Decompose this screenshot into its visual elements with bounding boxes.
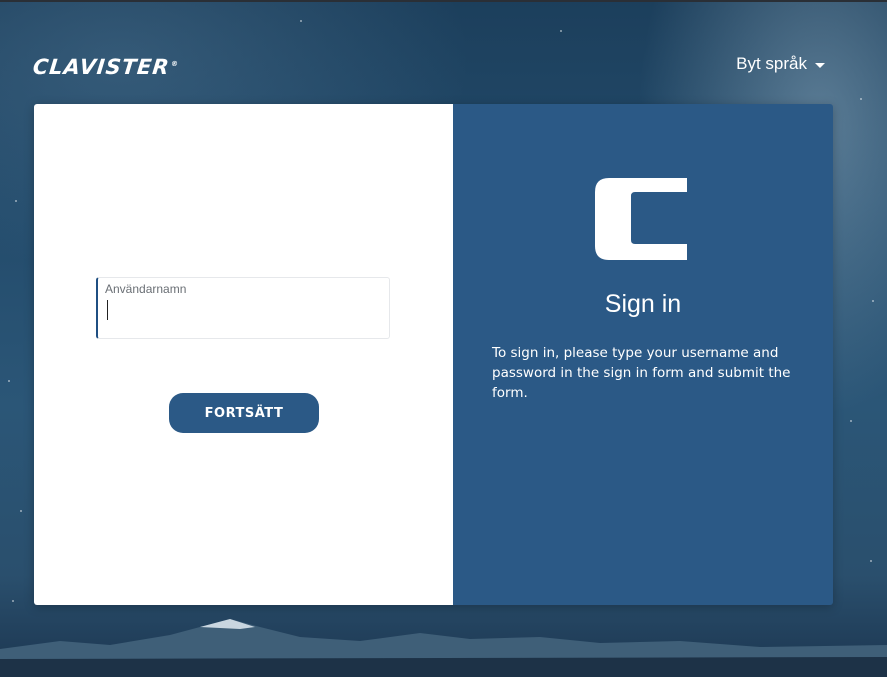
login-form-panel: Användarnamn FORTSÄTT	[34, 104, 453, 605]
login-card: Användarnamn FORTSÄTT Sign in To sign in…	[34, 104, 833, 605]
sign-in-title: Sign in	[604, 290, 682, 318]
username-field[interactable]: Användarnamn	[96, 277, 390, 339]
language-switcher-label: Byt språk	[736, 54, 807, 73]
username-input[interactable]	[105, 300, 375, 324]
trademark-mark: ®	[170, 60, 180, 68]
continue-button[interactable]: FORTSÄTT	[169, 393, 319, 433]
username-label: Användarnamn	[105, 282, 187, 296]
language-switcher[interactable]: Byt språk	[736, 54, 825, 74]
clavister-logo: CLAVISTER®	[32, 55, 180, 79]
chevron-down-icon	[815, 62, 825, 68]
window-top-border	[0, 0, 887, 2]
text-cursor	[107, 300, 108, 320]
sign-in-description: To sign in, please type your username an…	[492, 345, 791, 401]
logo-text: CLAVISTER	[31, 55, 171, 79]
clavister-c-logo-icon	[595, 178, 687, 260]
background-mountains	[0, 619, 887, 677]
info-panel: Sign in To sign in, please type your use…	[453, 104, 833, 605]
